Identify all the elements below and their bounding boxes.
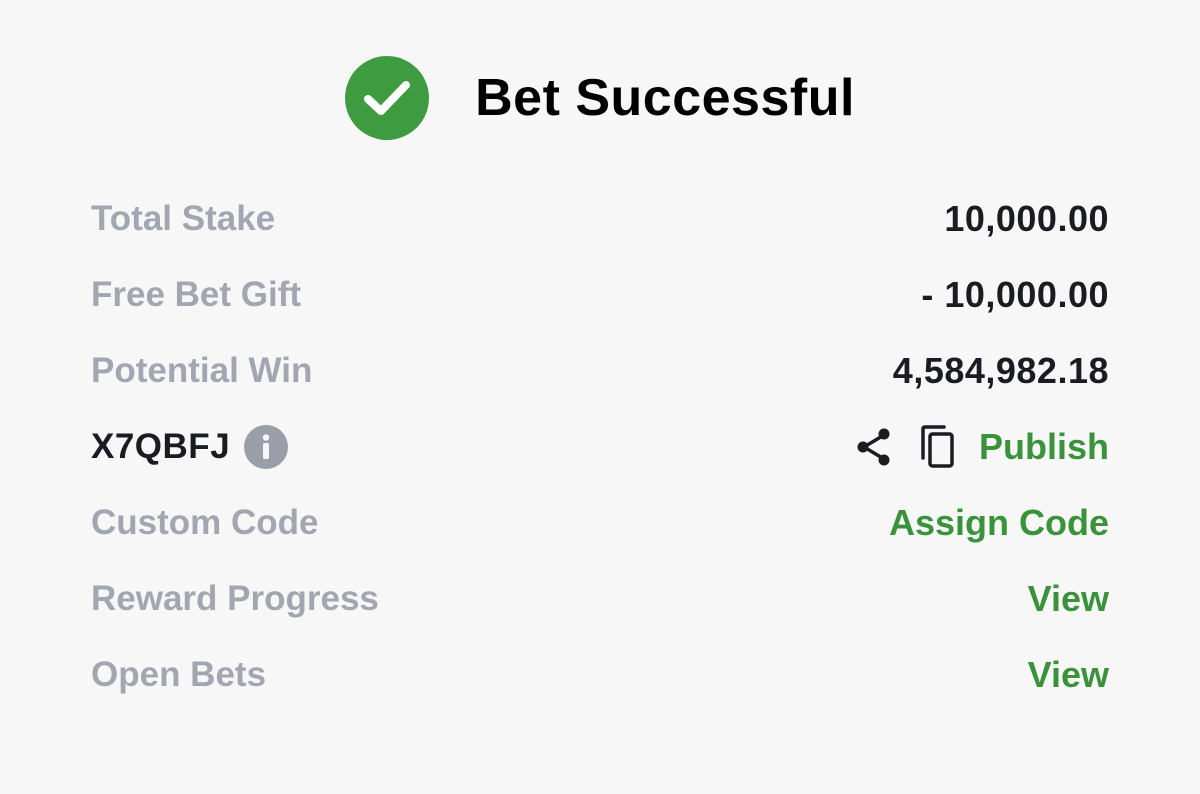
bet-summary: Total Stake 10,000.00 Free Bet Gift - 10… [91,181,1109,713]
page-title: Bet Successful [475,69,855,127]
booking-actions: Publish [853,424,1109,470]
total-stake-label: Total Stake [91,199,276,238]
potential-win-label: Potential Win [91,351,313,390]
assign-code-button[interactable]: Assign Code [889,502,1109,544]
publish-button[interactable]: Publish [979,426,1109,468]
open-bets-row: Open Bets View [91,637,1109,713]
potential-win-row: Potential Win 4,584,982.18 [91,333,1109,409]
check-icon [345,56,430,140]
total-stake-row: Total Stake 10,000.00 [91,181,1109,257]
reward-progress-label: Reward Progress [91,579,379,618]
share-icon[interactable] [853,425,895,469]
free-bet-gift-label: Free Bet Gift [91,275,302,314]
free-bet-gift-row: Free Bet Gift - 10,000.00 [91,257,1109,333]
total-stake-value: 10,000.00 [944,198,1109,239]
open-bets-view-button[interactable]: View [1028,654,1109,696]
booking-code: X7QBFJ [91,427,231,466]
reward-progress-row: Reward Progress View [91,561,1109,637]
booking-code-row: X7QBFJ Publish [91,409,1109,485]
custom-code-row: Custom Code Assign Code [91,485,1109,561]
free-bet-gift-value: - 10,000.00 [921,274,1109,315]
info-icon[interactable] [244,425,289,469]
success-header: Bet Successful [0,56,1200,140]
booking-code-group: X7QBFJ [91,425,289,469]
copy-icon[interactable] [917,424,957,470]
reward-progress-view-button[interactable]: View [1028,578,1109,620]
potential-win-value: 4,584,982.18 [892,350,1109,391]
open-bets-label: Open Bets [91,655,267,694]
custom-code-label: Custom Code [91,503,319,542]
